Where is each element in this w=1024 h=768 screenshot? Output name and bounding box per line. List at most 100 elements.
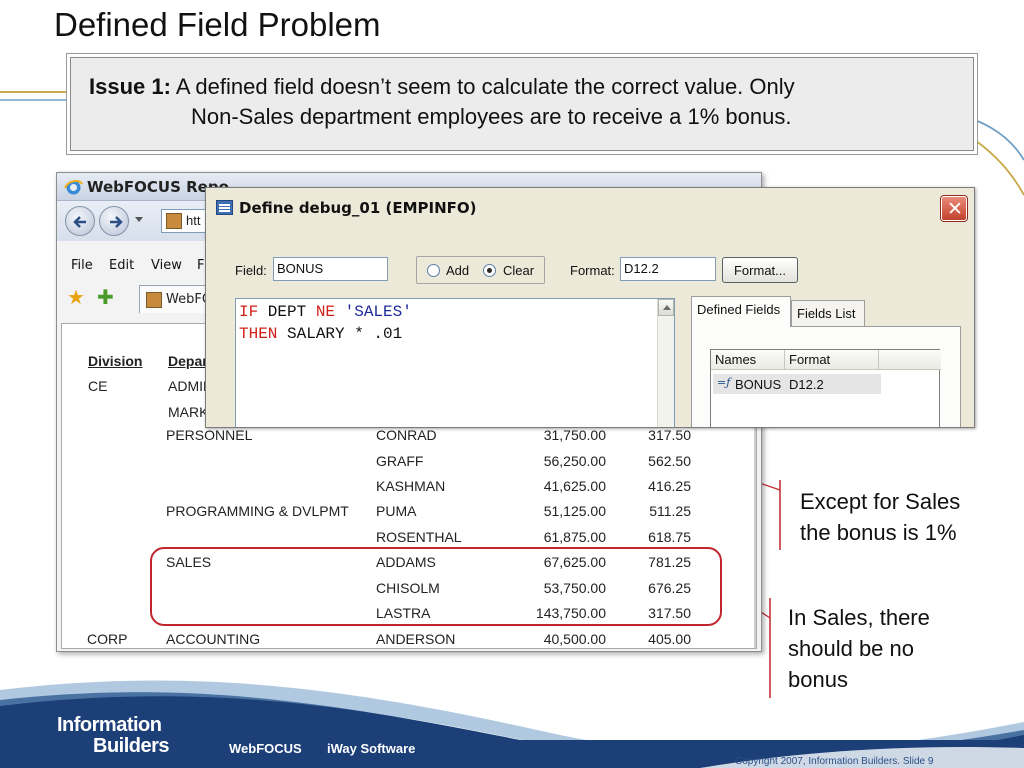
keyword: IF <box>239 303 259 321</box>
logo-line-2: Builders <box>93 735 170 757</box>
cell-salary: 56,250.00 <box>543 453 606 469</box>
sales-highlight-box <box>150 547 722 626</box>
history-dropdown-icon[interactable] <box>135 217 143 222</box>
radio-add-label: Add <box>446 263 470 278</box>
radio-clear-label: Clear <box>503 263 535 278</box>
keyword: NE <box>315 303 336 321</box>
issue-label: Issue 1: <box>89 74 171 99</box>
menu-file[interactable]: File <box>71 258 93 273</box>
code-text: DEPT <box>258 303 316 321</box>
close-button[interactable]: ✕ <box>941 196 967 221</box>
issue-callout: Issue 1: A defined field doesn’t seem to… <box>70 57 974 151</box>
menu-view[interactable]: View <box>151 258 182 273</box>
list-item[interactable]: =ƒ BONUS D12.2 <box>713 374 881 394</box>
cell-bonus: 618.75 <box>648 529 691 545</box>
add-clear-radio-group: Add Clear <box>416 256 545 284</box>
slide-title: Defined Field Problem <box>54 6 381 43</box>
format-input[interactable]: D12.2 <box>620 257 716 281</box>
cell-department: PROGRAMMING & DVLPMT <box>166 503 349 519</box>
header-division: Division <box>88 353 143 369</box>
radio-clear[interactable] <box>483 264 496 277</box>
page-icon <box>166 213 182 229</box>
note-line: Except for Sales <box>800 489 961 514</box>
cell-salary: 41,625.00 <box>543 478 606 494</box>
cell-bonus: 511.25 <box>649 503 691 519</box>
code-line-2: THEN SALARY * .01 <box>239 325 402 343</box>
note-in-sales: In Sales, there should be no bonus <box>788 602 930 695</box>
menu-edit[interactable]: Edit <box>109 258 134 273</box>
cell-division: CE <box>88 378 108 394</box>
cell-salary: 51,125.00 <box>543 503 606 519</box>
cell-bonus: 416.25 <box>648 478 691 494</box>
code-text: SALARY * .01 <box>277 325 403 343</box>
add-favorite-icon[interactable]: ✚ <box>97 285 114 310</box>
column-header-format[interactable]: Format <box>785 350 879 370</box>
format-button[interactable]: Format... <box>722 257 798 283</box>
cell-department: MARK <box>168 404 209 420</box>
fields-tabs: Defined Fields Fields List Names Format … <box>691 296 974 427</box>
dialog-titlebar: Define debug_01 (EMPINFO) ✕ <box>206 188 974 226</box>
back-arrow-icon <box>73 216 86 228</box>
code-line-1: IF DEPT NE 'SALES' <box>239 303 412 321</box>
header-department: Depar <box>168 353 208 369</box>
cell-bonus: 317.50 <box>648 427 691 443</box>
tab-fields-list[interactable]: Fields List <box>791 300 865 326</box>
copyright: Copyright 2007, Information Builders. Sl… <box>735 756 934 767</box>
issue-line-1: A defined field doesn’t seem to calculat… <box>175 74 795 99</box>
cell-department: PERSONNEL <box>166 427 253 443</box>
note-except-sales: Except for Sales the bonus is 1% <box>800 486 960 548</box>
defined-fields-list: Names Format =ƒ BONUS D12.2 <box>710 349 941 427</box>
field-label: Field: <box>235 263 267 278</box>
note-line: In Sales, there <box>788 605 930 630</box>
table-icon <box>216 200 233 215</box>
forward-button[interactable] <box>99 206 129 236</box>
page-icon <box>146 292 162 308</box>
cell-salary: 31,750.00 <box>543 427 606 443</box>
keyword: THEN <box>239 325 278 343</box>
defined-field-icon: =ƒ <box>717 376 731 389</box>
address-text: htt <box>186 213 201 228</box>
column-header-blank <box>879 350 941 370</box>
cell-department: ACCOUNTING <box>166 631 261 647</box>
menu-favorites[interactable]: F <box>197 258 204 273</box>
cell-name: PUMA <box>376 503 417 519</box>
close-icon: ✕ <box>947 198 963 220</box>
cell-name: GRAFF <box>376 453 424 469</box>
cell-name: ROSENTHAL <box>376 529 462 545</box>
radio-add[interactable] <box>427 264 440 277</box>
expression-editor[interactable]: IF DEPT NE 'SALES' THEN SALARY * .01 <box>235 298 675 427</box>
editor-scrollbar[interactable] <box>657 299 674 427</box>
defined-fields-panel: Names Format =ƒ BONUS D12.2 <box>691 326 961 427</box>
cell-name: ANDERSON <box>376 631 456 647</box>
list-item-format: D12.2 <box>789 377 824 392</box>
product-webfocus: WebFOCUS <box>229 741 302 756</box>
cell-salary: 40,500.00 <box>543 631 606 647</box>
cell-salary: 61,875.00 <box>543 529 606 545</box>
cell-bonus: 562.50 <box>648 453 691 469</box>
tab-defined-fields[interactable]: Defined Fields <box>691 296 791 327</box>
scroll-up-button[interactable] <box>658 299 674 316</box>
note-line: should be no <box>788 636 914 661</box>
list-item-name: BONUS <box>735 377 782 392</box>
format-label: Format: <box>570 263 615 278</box>
field-name-input[interactable]: BONUS <box>273 257 388 281</box>
logo-line-1: Information <box>57 714 162 736</box>
define-dialog: Define debug_01 (EMPINFO) ✕ Field: BONUS… <box>205 187 975 428</box>
issue-line-2: Non-Sales department employees are to re… <box>191 104 792 129</box>
column-header-names[interactable]: Names <box>711 350 785 370</box>
cell-bonus: 405.00 <box>648 631 691 647</box>
product-iway: iWay Software <box>327 741 416 756</box>
forward-arrow-icon <box>110 216 123 228</box>
note-line: bonus <box>788 667 848 692</box>
internet-explorer-icon <box>64 179 83 195</box>
dialog-title: Define debug_01 (EMPINFO) <box>239 199 477 217</box>
cell-division: CORP <box>87 631 128 647</box>
cell-name: KASHMAN <box>376 478 446 494</box>
star-icon[interactable]: ★ <box>67 285 85 310</box>
cell-name: CONRAD <box>376 427 437 443</box>
issue-text: Issue 1: A defined field doesn’t seem to… <box>89 72 959 132</box>
note-line: the bonus is 1% <box>800 520 957 545</box>
back-button[interactable] <box>65 206 95 236</box>
string-literal: 'SALES' <box>344 303 412 321</box>
